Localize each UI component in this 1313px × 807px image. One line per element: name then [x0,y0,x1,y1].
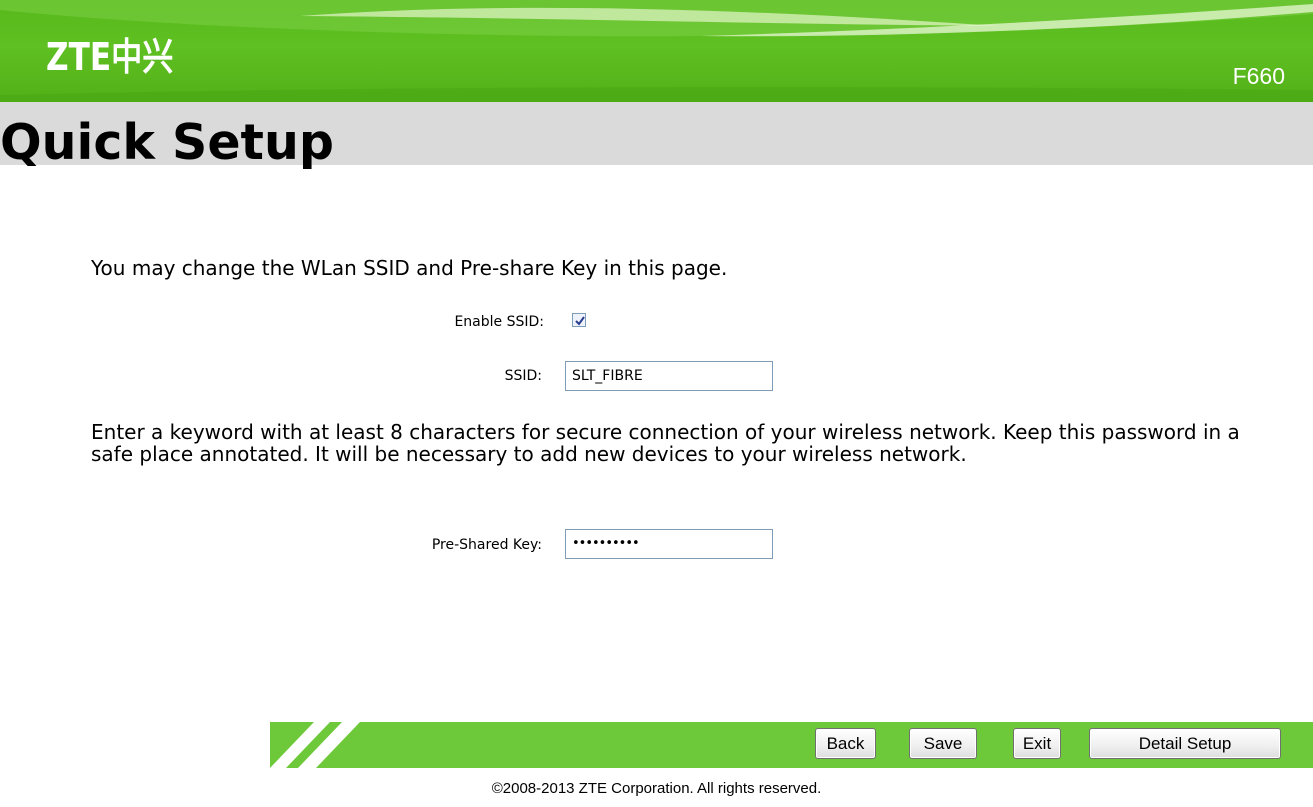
device-model: F660 [1232,63,1285,89]
save-button[interactable]: Save [909,728,977,759]
footer-slash-decor [270,722,360,768]
password-note: Enter a keyword with at least 8 characte… [91,420,1240,466]
page-title: Quick Setup [0,114,334,171]
header-banner: ZTE中兴 F660 [0,0,1313,102]
enable-ssid-label: Enable SSID: [454,314,544,330]
ssid-input[interactable]: SLT_FIBRE [565,361,773,391]
copyright-text: ©2008-2013 ZTE Corporation. All rights r… [491,780,822,797]
psk-label: Pre-Shared Key: [431,537,542,553]
psk-input[interactable]: •••••••••• [565,529,773,559]
checkmark-icon [575,316,585,326]
header-swoosh [0,0,1313,102]
detail-setup-button[interactable]: Detail Setup [1089,728,1281,759]
enable-ssid-checkbox[interactable] [572,313,586,327]
back-button[interactable]: Back [815,728,876,759]
zte-logo: ZTE中兴 [46,35,174,79]
ssid-label: SSID: [504,368,542,384]
intro-text: You may change the WLan SSID and Pre-sha… [91,256,728,280]
exit-button[interactable]: Exit [1013,728,1061,759]
